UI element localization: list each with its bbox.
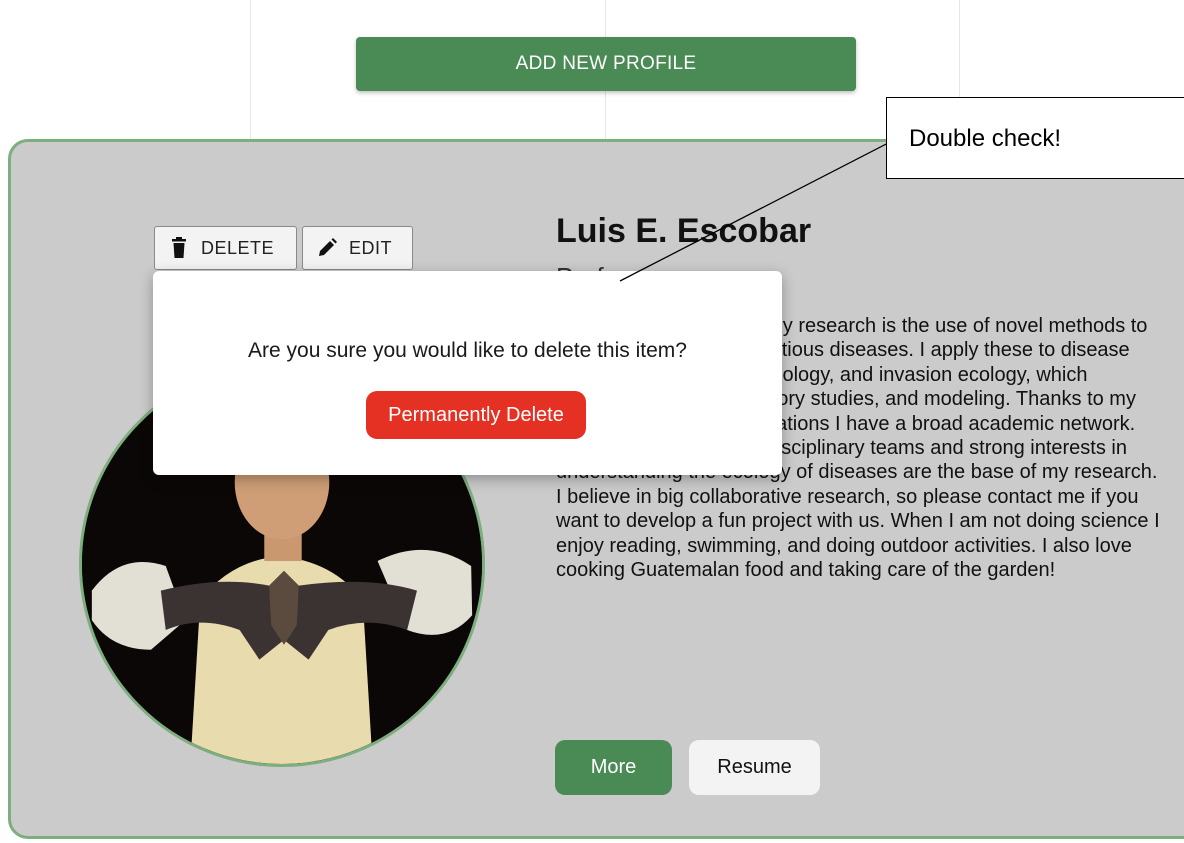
add-new-profile-button[interactable]: ADD NEW PROFILE	[356, 37, 856, 91]
dialog-message: Are you sure you would like to delete th…	[248, 339, 687, 362]
annotation-callout: Double check!	[886, 97, 1184, 179]
resume-button[interactable]: Resume	[689, 740, 820, 795]
annotation-text: Double check!	[909, 125, 1062, 152]
permanently-delete-button[interactable]: Permanently Delete	[366, 391, 586, 439]
more-button[interactable]: More	[555, 740, 672, 795]
delete-label: DELETE	[201, 237, 275, 258]
delete-confirm-dialog: Are you sure you would like to delete th…	[153, 271, 782, 475]
profile-name: Luis E. Escobar	[556, 212, 812, 250]
column-divider	[250, 0, 251, 140]
trash-icon	[169, 237, 189, 259]
pencil-icon	[317, 237, 337, 259]
delete-button[interactable]: DELETE	[154, 226, 297, 270]
edit-label: EDIT	[349, 237, 393, 258]
edit-button[interactable]: EDIT	[302, 226, 413, 270]
